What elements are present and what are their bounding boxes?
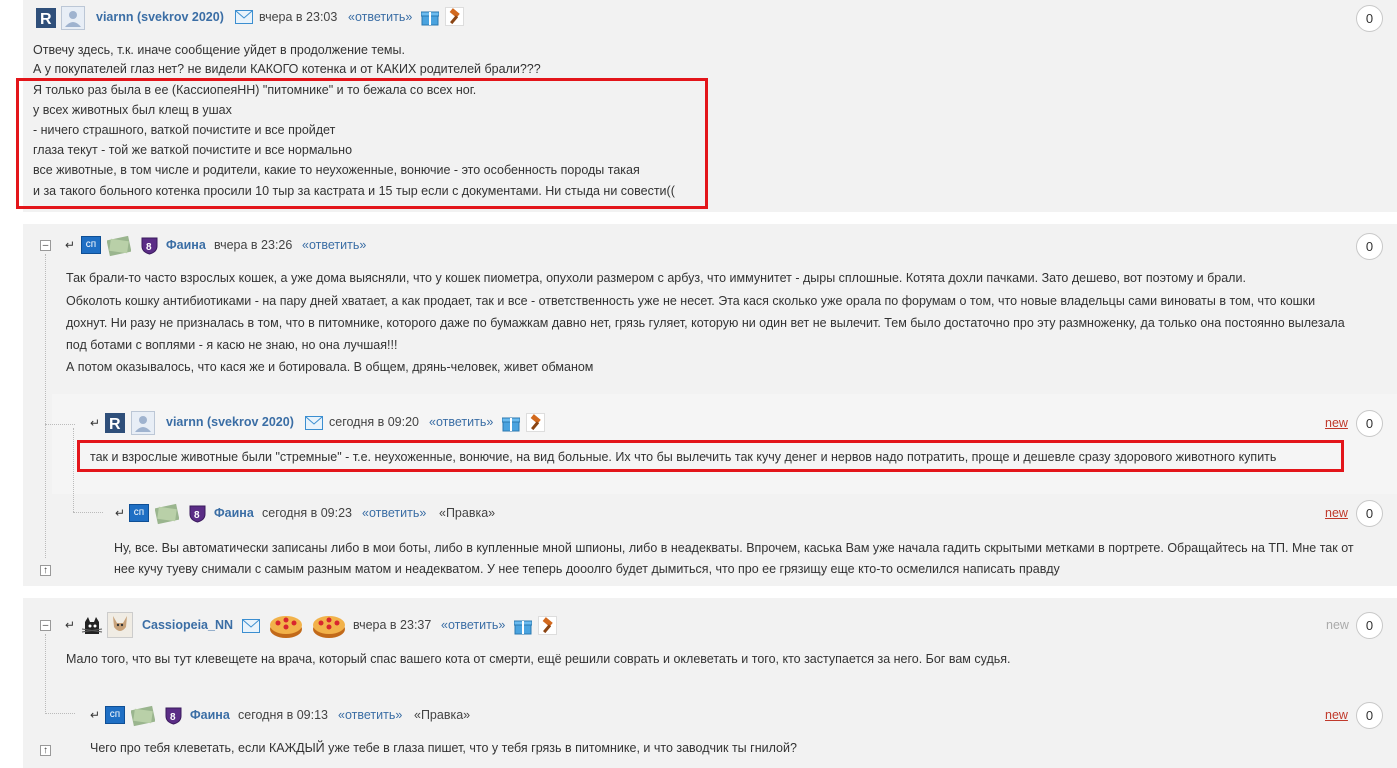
reply-arrow-icon: ↵ (115, 506, 126, 520)
thread-connector (73, 512, 103, 513)
comment-line: Обколоть кошку антибиотиками - на пару д… (66, 294, 1316, 308)
sp-badge-label: сп (133, 507, 145, 518)
shield-icon: 8 (165, 706, 182, 725)
reply-arrow-icon: ↵ (90, 416, 101, 430)
thread-line (73, 428, 74, 512)
comment-line: Мало того, что вы тут клевещете на врача… (66, 652, 1011, 666)
avatar-icon[interactable] (131, 411, 155, 435)
money-icon (130, 704, 156, 728)
svg-text:R: R (109, 416, 121, 433)
hammer-icon[interactable] (526, 413, 545, 432)
money-icon (154, 502, 180, 526)
sp-badge-icon: сп (105, 706, 125, 724)
edit-marker: «Правка» (414, 708, 471, 722)
svg-text:8: 8 (146, 242, 152, 253)
comment-line: А потом оказывалось, что кася же и ботир… (66, 360, 594, 374)
shield-icon: 8 (189, 504, 206, 523)
reply-link[interactable]: «ответить» (441, 618, 505, 632)
reply-arrow-icon: ↵ (90, 708, 101, 722)
sp-badge-label: сп (85, 239, 97, 250)
comment-line: А у покупателей глаз нет? не видели КАКО… (33, 62, 541, 76)
comment-count[interactable]: 0 (1356, 500, 1383, 527)
comment-date: вчера в 23:26 (214, 238, 293, 252)
gift-icon[interactable] (501, 414, 521, 432)
comment-author[interactable]: viarnn (svekrov 2020) (96, 10, 224, 24)
cake-icon (268, 607, 304, 641)
comment-line: Отвечу здесь, т.к. иначе сообщение уйдет… (33, 43, 405, 57)
shield-icon: 8 (141, 236, 158, 255)
reply-link[interactable]: «ответить» (429, 415, 493, 429)
comment-line: Ну, все. Вы автоматически записаны либо … (114, 541, 1354, 555)
mail-icon[interactable] (242, 619, 260, 633)
r-logo-icon: R (36, 8, 56, 28)
comment-line: под ботами с воплями - я касю не знаю, н… (66, 338, 398, 352)
highlight-box (16, 78, 708, 209)
comment-author[interactable]: viarnn (svekrov 2020) (166, 415, 294, 429)
hammer-icon[interactable] (445, 7, 464, 26)
reply-link[interactable]: «ответить» (362, 506, 426, 520)
thread-connector (45, 713, 75, 714)
sp-badge-label: сп (109, 709, 121, 720)
collapse-toggle[interactable]: – (40, 620, 51, 631)
mail-icon[interactable] (305, 416, 323, 430)
comment-date: сегодня в 09:20 (329, 415, 419, 429)
sp-badge-icon: сп (129, 504, 149, 522)
comment-count[interactable]: 0 (1356, 702, 1383, 729)
money-icon (106, 234, 132, 258)
comment-line: нее кучу туеву снимали с самым разным ма… (114, 562, 1060, 576)
mail-icon[interactable] (235, 10, 253, 24)
comment-line: дохнут. Ни разу не призналась в том, что… (66, 316, 1345, 330)
comment-author[interactable]: Фаина (214, 506, 254, 520)
comment-date: сегодня в 09:13 (238, 708, 328, 722)
comment-date: вчера в 23:37 (353, 618, 432, 632)
comment-author[interactable]: Фаина (166, 238, 206, 252)
svg-text:R: R (40, 11, 52, 28)
gift-icon[interactable] (513, 617, 533, 635)
svg-text:8: 8 (170, 712, 176, 723)
thread-line (45, 634, 46, 714)
thread-line (45, 254, 46, 558)
comment-date: сегодня в 09:23 (262, 506, 352, 520)
comment-date: вчера в 23:03 (259, 10, 338, 24)
comment-count[interactable]: 0 (1356, 410, 1383, 437)
thread-connector (45, 424, 75, 425)
gift-icon[interactable] (420, 8, 440, 26)
cat-icon (81, 614, 103, 636)
edit-marker: «Правка» (439, 506, 496, 520)
comment-line: Так брали-то часто взрослых кошек, а уже… (66, 271, 1246, 285)
new-badge: new (1326, 618, 1349, 632)
avatar-icon[interactable] (107, 612, 133, 638)
scroll-up-toggle[interactable]: ↑ (40, 745, 51, 756)
comment-count[interactable]: 0 (1356, 5, 1383, 32)
svg-text:8: 8 (194, 510, 200, 521)
cake-icon (311, 607, 347, 641)
reply-link[interactable]: «ответить» (302, 238, 366, 252)
reply-link[interactable]: «ответить» (338, 708, 402, 722)
new-badge[interactable]: new (1325, 708, 1348, 722)
highlight-box (77, 440, 1344, 472)
r-logo-icon: R (105, 413, 125, 433)
comment-count[interactable]: 0 (1356, 233, 1383, 260)
new-badge[interactable]: new (1325, 506, 1348, 520)
collapse-toggle[interactable]: – (40, 240, 51, 251)
sp-badge-icon: сп (81, 236, 101, 254)
scroll-up-toggle[interactable]: ↑ (40, 565, 51, 576)
hammer-icon[interactable] (538, 616, 557, 635)
reply-link[interactable]: «ответить» (348, 10, 412, 24)
comment-author[interactable]: Фаина (190, 708, 230, 722)
comment-author[interactable]: Cassiopeia_NN (142, 618, 233, 632)
reply-arrow-icon: ↵ (65, 618, 76, 632)
reply-arrow-icon: ↵ (65, 238, 76, 252)
new-badge[interactable]: new (1325, 416, 1348, 430)
avatar-icon[interactable] (61, 6, 85, 30)
comment-line: Чего про тебя клеветать, если КАЖДЫЙ уже… (90, 741, 797, 755)
comment-count[interactable]: 0 (1356, 612, 1383, 639)
